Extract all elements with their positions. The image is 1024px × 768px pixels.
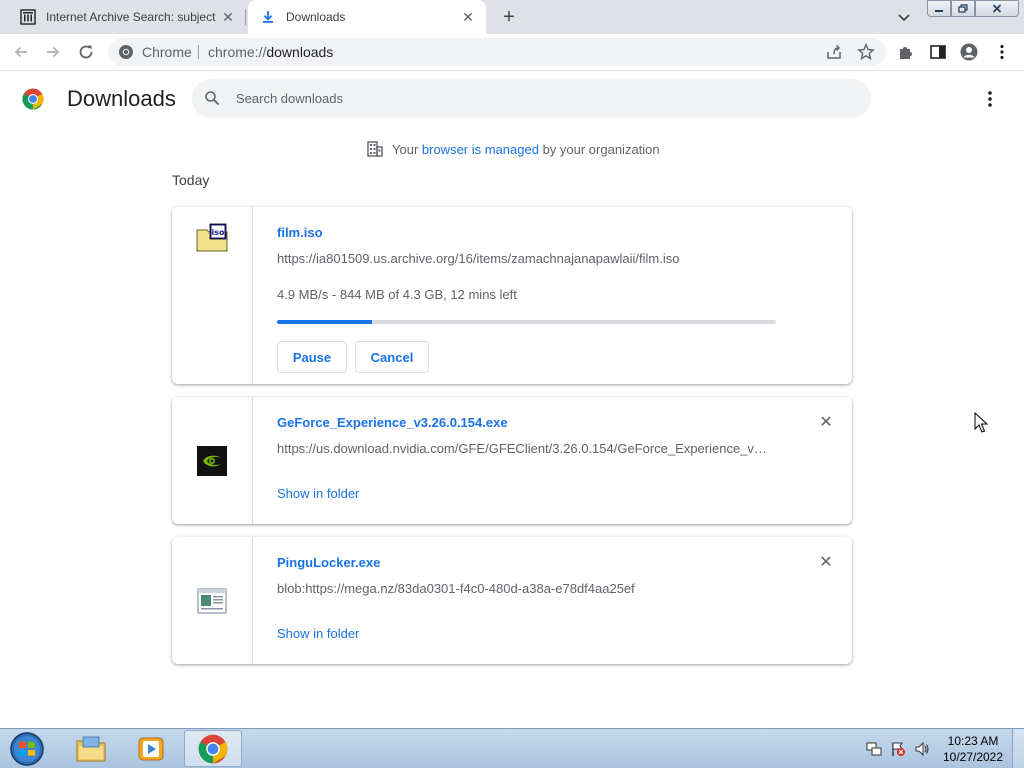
reload-icon[interactable] <box>77 43 95 61</box>
action-center-flag-icon[interactable] <box>890 741 906 757</box>
search-input[interactable] <box>236 86 836 110</box>
download-item: PinguLocker.exe blob:https://mega.nz/83d… <box>172 537 852 664</box>
tab-title: Downloads <box>286 10 346 24</box>
site-label: Chrome <box>142 44 192 60</box>
tab-title: Internet Archive Search: subject: <box>46 10 216 24</box>
managed-notice: Your browser is managed by your organiza… <box>366 140 660 158</box>
file-name-link[interactable]: GeForce_Experience_v3.26.0.154.exe <box>277 415 508 430</box>
taskbar-explorer[interactable] <box>62 730 120 767</box>
profile-avatar-icon[interactable] <box>960 43 978 61</box>
svg-text:iso: iso <box>212 228 226 237</box>
progress-fill <box>277 320 372 324</box>
window-controls <box>927 0 1021 18</box>
managed-prefix: Your <box>392 141 422 157</box>
icon-column: iso <box>172 207 253 384</box>
restore-icon <box>958 4 968 13</box>
volume-icon[interactable] <box>914 741 930 757</box>
close-icon[interactable]: ✕ <box>460 9 476 25</box>
managed-link[interactable]: browser is managed <box>422 142 539 157</box>
download-icon <box>263 11 273 23</box>
chrome-menu-icon[interactable] <box>993 43 1011 61</box>
mouse-cursor-icon <box>974 412 988 433</box>
close-window-button[interactable] <box>975 0 1019 17</box>
start-button-icon[interactable] <box>8 731 46 767</box>
building-icon <box>367 141 383 157</box>
close-icon[interactable]: ✕ <box>220 9 236 25</box>
taskbar-chrome[interactable] <box>184 730 242 767</box>
bookmark-star-icon[interactable] <box>857 43 875 61</box>
tab-downloads[interactable]: Downloads ✕ <box>248 0 486 34</box>
icon-column <box>172 397 253 524</box>
archive-icon <box>20 9 36 25</box>
url-path: downloads <box>266 44 334 60</box>
chrome-logo-icon <box>22 88 44 110</box>
media-player-icon <box>138 737 164 760</box>
file-name-link[interactable]: film.iso <box>277 225 323 240</box>
remove-icon[interactable]: ✕ <box>818 555 834 571</box>
clock-time: 10:23 AM <box>947 734 999 748</box>
remove-icon[interactable]: ✕ <box>818 415 834 431</box>
chrome-icon <box>119 45 133 59</box>
download-status: 4.9 MB/s - 844 MB of 4.3 GB, 12 mins lef… <box>277 287 517 302</box>
tab-separator <box>245 9 246 25</box>
network-icon[interactable] <box>866 741 882 757</box>
close-icon <box>992 4 1002 13</box>
show-in-folder-link[interactable]: Show in folder <box>277 486 359 501</box>
share-icon[interactable] <box>825 43 843 61</box>
more-actions-icon[interactable] <box>982 89 998 109</box>
extensions-icon[interactable] <box>897 43 915 61</box>
download-progress-bar <box>277 320 776 324</box>
new-tab-button[interactable]: + <box>498 7 520 27</box>
date-section-heading: Today <box>172 172 210 188</box>
forward-icon[interactable] <box>44 43 62 61</box>
file-url[interactable]: https://us.download.nvidia.com/GFE/GFECl… <box>277 441 773 456</box>
search-icon[interactable] <box>204 90 220 106</box>
tab-strip: Internet Archive Search: subject: ✕ Down… <box>0 0 1024 34</box>
managed-suffix: by your organization <box>538 141 660 157</box>
file-name-link[interactable]: PinguLocker.exe <box>277 555 380 570</box>
show-in-folder-link[interactable]: Show in folder <box>277 626 359 641</box>
system-clock[interactable]: 10:23 AM 10/27/2022 <box>940 733 1006 765</box>
explorer-icon <box>76 736 106 761</box>
url-scheme: chrome:// <box>208 44 267 60</box>
tab-internet-archive[interactable]: Internet Archive Search: subject: ✕ <box>8 0 246 34</box>
omnibox-divider <box>198 45 199 59</box>
pause-button[interactable]: Pause <box>277 341 347 373</box>
nvidia-icon <box>197 446 227 476</box>
page-title: Downloads <box>67 86 176 111</box>
download-item: GeForce_Experience_v3.26.0.154.exe https… <box>172 397 852 524</box>
side-panel-icon[interactable] <box>929 43 947 61</box>
clock-date: 10/27/2022 <box>942 750 1004 764</box>
tab-search-icon[interactable] <box>896 9 912 25</box>
file-url[interactable]: https://ia801509.us.archive.org/16/items… <box>277 251 777 266</box>
icon-column <box>172 537 253 664</box>
minimize-icon <box>935 9 943 12</box>
back-icon[interactable] <box>12 43 30 61</box>
file-url[interactable]: blob:https://mega.nz/83da0301-f4c0-480d-… <box>277 581 777 596</box>
iso-file-icon: iso <box>196 223 228 252</box>
taskbar-media-player[interactable] <box>122 730 180 767</box>
chrome-icon <box>198 734 228 763</box>
site-info[interactable]: Chrome <box>118 43 192 61</box>
restore-button[interactable] <box>951 0 975 17</box>
cancel-button[interactable]: Cancel <box>355 341 429 373</box>
minimize-button[interactable] <box>927 0 951 17</box>
show-desktop-button[interactable] <box>1012 729 1024 768</box>
exe-file-icon <box>197 588 227 614</box>
download-item: iso film.iso https://ia801509.us.archive… <box>172 207 852 384</box>
url-text[interactable]: chrome://downloads <box>208 43 333 61</box>
